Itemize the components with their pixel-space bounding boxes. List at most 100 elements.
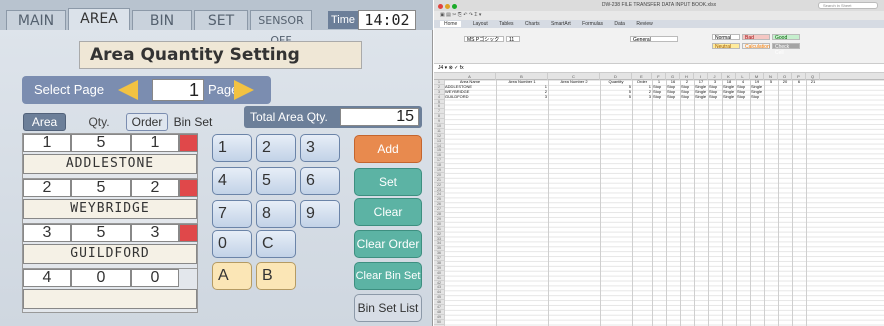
area-number[interactable]: 4 — [23, 269, 71, 287]
area-row[interactable]: 1 5 1 ADDLESTONE — [22, 133, 198, 182]
column-header[interactable]: I — [694, 73, 708, 80]
font-select[interactable]: MS Pゴシック — [464, 36, 504, 43]
cell[interactable]: Single — [695, 94, 707, 100]
clear-bin-set-button[interactable]: Clear Bin Set — [354, 262, 422, 290]
area-order[interactable]: 0 — [131, 269, 179, 287]
cell[interactable]: Area Number 2 — [549, 80, 599, 85]
style-bad[interactable]: Bad — [742, 34, 770, 41]
column-header[interactable]: P — [792, 73, 806, 80]
column-header[interactable]: A — [444, 73, 496, 80]
area-column-button[interactable]: Area — [23, 113, 66, 131]
cell[interactable]: 3 — [633, 94, 651, 100]
area-order[interactable]: 3 — [131, 224, 179, 242]
style-normal[interactable]: Normal — [712, 34, 740, 41]
style-calculation[interactable]: Calculation — [742, 43, 770, 50]
column-header[interactable]: E — [632, 73, 652, 80]
cell[interactable]: 3 — [497, 94, 547, 100]
column-header[interactable]: K — [722, 73, 736, 80]
area-order[interactable]: 1 — [131, 134, 179, 152]
cell[interactable]: Stop — [653, 94, 665, 100]
key-6[interactable]: 6 — [300, 167, 340, 195]
cell[interactable]: 5 — [765, 80, 777, 85]
tab-main[interactable]: MAIN — [6, 10, 66, 30]
cell[interactable]: GUILDFORD — [445, 94, 495, 100]
column-header[interactable]: L — [736, 73, 750, 80]
area-qty[interactable]: 5 — [71, 134, 131, 152]
style-good[interactable]: Good — [772, 34, 800, 41]
quick-toolbar[interactable]: ▣ ▤ ✂ ⎘ ↶ ↷ Σ ▾ — [434, 11, 884, 20]
cell[interactable]: Stop — [751, 94, 763, 100]
clear-status-button[interactable]: Clear Status — [354, 198, 422, 245]
cell[interactable]: 5 — [601, 94, 631, 100]
tab-data[interactable]: Data — [614, 21, 625, 27]
column-header[interactable]: D — [600, 73, 632, 80]
sheet-grid[interactable]: 1 2 3 4 5 6 7 8 9 10 11 12 13 14 15 16 17 18 19 20 21 22 23 24 2… — [434, 80, 884, 326]
area-order[interactable]: 2 — [131, 179, 179, 197]
key-2[interactable]: 2 — [256, 134, 296, 162]
area-name[interactable]: ADDLESTONE — [23, 154, 197, 174]
cell[interactable]: Stop — [709, 94, 721, 100]
area-qty[interactable]: 5 — [71, 224, 131, 242]
cell[interactable]: 21 — [807, 80, 819, 85]
sheet-search-input[interactable]: Search in Sheet — [818, 2, 878, 9]
column-header[interactable]: O — [778, 73, 792, 80]
tab-area[interactable]: AREA — [68, 8, 130, 30]
cell[interactable]: Stop — [737, 94, 749, 100]
number-format-select[interactable]: General — [630, 36, 678, 43]
style-neutral[interactable]: Neutral — [712, 43, 740, 50]
tab-layout[interactable]: Layout — [473, 21, 488, 27]
formula-bar[interactable]: J4 ▾ ⊗ ✓ fx — [434, 64, 884, 73]
area-row[interactable]: 2 5 2 WEYBRIDGE — [22, 178, 198, 227]
key-5[interactable]: 5 — [256, 167, 296, 195]
order-column-button[interactable]: Order — [126, 113, 168, 131]
cell[interactable]: Stop — [681, 94, 693, 100]
next-page-icon[interactable] — [234, 80, 254, 100]
style-check-cell[interactable]: Check Cell — [772, 43, 800, 56]
column-header[interactable]: B — [496, 73, 548, 80]
area-name[interactable]: WEYBRIDGE — [23, 199, 197, 219]
row-header[interactable]: 50 — [434, 320, 444, 325]
area-row[interactable]: 4 0 0 — [22, 268, 198, 313]
set-button[interactable]: Set — [354, 168, 422, 196]
column-header[interactable]: C — [548, 73, 600, 80]
key-9[interactable]: 9 — [300, 200, 340, 228]
key-1[interactable]: 1 — [212, 134, 252, 162]
tab-home[interactable]: Home — [440, 21, 462, 27]
cell-reference[interactable]: J4 — [438, 65, 443, 71]
area-number[interactable]: 2 — [23, 179, 71, 197]
key-4[interactable]: 4 — [212, 167, 252, 195]
window-controls[interactable] — [438, 3, 459, 14]
font-size-select[interactable]: 11 — [506, 36, 520, 43]
key-clear[interactable]: C — [256, 230, 296, 258]
column-header[interactable]: H — [680, 73, 694, 80]
bin-set-list-button[interactable]: Bin Set List — [354, 294, 422, 322]
area-qty[interactable]: 5 — [71, 179, 131, 197]
tab-set[interactable]: SET — [194, 10, 248, 30]
tab-tables[interactable]: Tables — [499, 21, 513, 27]
area-number[interactable]: 3 — [23, 224, 71, 242]
area-name[interactable] — [23, 289, 197, 309]
cell[interactable]: Single — [723, 94, 735, 100]
column-header[interactable]: F — [652, 73, 666, 80]
key-3[interactable]: 3 — [300, 134, 340, 162]
tab-bin[interactable]: BIN — [132, 10, 192, 30]
cell[interactable]: 6 — [793, 80, 805, 85]
key-0[interactable]: 0 — [212, 230, 252, 258]
clear-order-button[interactable]: Clear Order — [354, 230, 422, 258]
column-header[interactable]: J — [708, 73, 722, 80]
tab-review[interactable]: Review — [636, 21, 652, 27]
tab-smartart[interactable]: SmartArt — [551, 21, 571, 27]
cell[interactable]: 20 — [779, 80, 791, 85]
area-number[interactable]: 1 — [23, 134, 71, 152]
prev-page-icon[interactable] — [118, 80, 138, 100]
tab-sensor-off[interactable]: SENSOR OFF — [250, 10, 312, 47]
column-header[interactable]: Q — [806, 73, 820, 80]
column-header[interactable]: G — [666, 73, 680, 80]
tab-formulas[interactable]: Formulas — [582, 21, 603, 27]
add-button[interactable]: Add — [354, 135, 422, 163]
area-row[interactable]: 3 5 3 GUILDFORD — [22, 223, 198, 272]
column-header[interactable]: N — [764, 73, 778, 80]
key-8[interactable]: 8 — [256, 200, 296, 228]
cell[interactable]: Stop — [667, 94, 679, 100]
area-name[interactable]: GUILDFORD — [23, 244, 197, 264]
